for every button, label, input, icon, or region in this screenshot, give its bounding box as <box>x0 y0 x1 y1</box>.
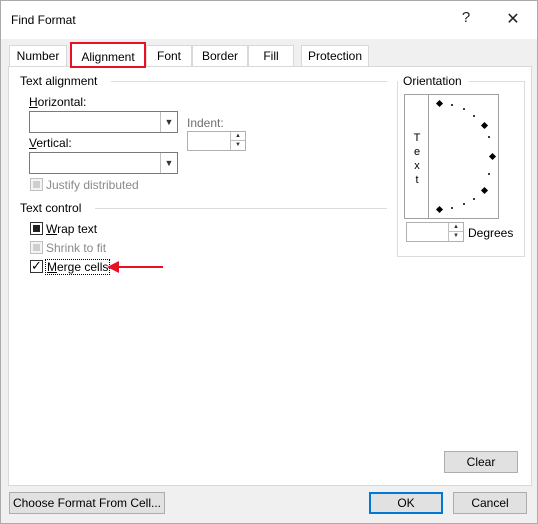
tab-protection[interactable]: Protection <box>301 45 369 67</box>
vertical-dropdown[interactable]: ▼ <box>29 152 178 174</box>
orientation-dot <box>473 198 475 200</box>
indeterminate-mark-icon <box>33 181 40 188</box>
vertical-text-char: x <box>414 160 420 172</box>
orientation-dot <box>463 203 465 205</box>
text-control-separator <box>95 208 387 209</box>
spin-down-icon[interactable]: ▼ <box>449 232 463 241</box>
vertical-text-char: e <box>413 146 421 158</box>
annotation-arrow-icon <box>107 261 163 273</box>
spin-up-icon[interactable]: ▲ <box>449 223 463 232</box>
orientation-separator <box>469 81 524 82</box>
orientation-dot <box>473 115 475 117</box>
tab-number[interactable]: Number <box>9 45 67 67</box>
orientation-dot <box>488 136 490 138</box>
orientation-left-border <box>397 81 398 256</box>
clear-button[interactable]: Clear <box>444 451 518 473</box>
vertical-text-box[interactable]: T e x t <box>405 95 429 218</box>
orientation-right-border <box>524 81 525 256</box>
orientation-marker-icon <box>435 99 444 108</box>
chevron-down-icon[interactable]: ▼ <box>160 153 177 173</box>
text-alignment-heading: Text alignment <box>20 74 98 88</box>
orientation-dot <box>451 104 453 106</box>
spin-down-icon[interactable]: ▼ <box>231 141 245 150</box>
justify-distributed-checkbox[interactable] <box>30 178 43 191</box>
merge-cells-checkbox[interactable]: ✓ <box>30 258 43 273</box>
dialog-title: Find Format <box>11 13 76 27</box>
orientation-marker-icon <box>435 205 444 214</box>
orientation-bottom-border <box>397 256 525 257</box>
vertical-label: Vertical: <box>29 136 72 150</box>
indent-label: Indent: <box>187 116 224 130</box>
degrees-spinner[interactable]: ▲ ▼ <box>406 222 464 242</box>
orientation-dot <box>488 173 490 175</box>
orientation-marker-icon <box>488 152 497 161</box>
tab-font[interactable]: Font <box>146 45 192 67</box>
shrink-to-fit-label: Shrink to fit <box>46 241 107 255</box>
chevron-down-icon[interactable]: ▼ <box>160 112 177 132</box>
text-control-heading: Text control <box>20 201 82 215</box>
orientation-dot <box>451 207 453 209</box>
wrap-text-label: Wrap text <box>46 222 98 236</box>
horizontal-dropdown[interactable]: ▼ <box>29 111 178 133</box>
vertical-text-char: T <box>413 132 421 144</box>
find-format-dialog: Find Format ? ✕ Number Alignment Font Bo… <box>0 0 538 524</box>
shrink-to-fit-checkbox[interactable] <box>30 241 43 254</box>
degrees-label: Degrees <box>468 226 514 240</box>
text-alignment-separator <box>111 81 387 82</box>
orientation-preview[interactable]: T e x t <box>404 94 499 219</box>
orientation-marker-icon <box>480 186 489 195</box>
indent-spinner[interactable]: ▲ ▼ <box>187 131 246 151</box>
help-button[interactable]: ? <box>456 9 476 26</box>
orientation-heading: Orientation <box>403 74 462 88</box>
orientation-marker-icon <box>480 121 489 130</box>
horizontal-label: Horizontal: <box>29 95 87 109</box>
tab-border[interactable]: Border <box>192 45 248 67</box>
title-bar: Find Format ? ✕ <box>1 1 537 39</box>
close-button[interactable]: ✕ <box>503 9 523 29</box>
indent-spin-buttons[interactable]: ▲ ▼ <box>230 132 245 150</box>
indeterminate-mark-icon <box>33 244 40 251</box>
vertical-text-char: t <box>415 174 419 186</box>
merge-cells-label: Merge cells <box>45 259 111 275</box>
ok-button[interactable]: OK <box>369 492 443 514</box>
spin-up-icon[interactable]: ▲ <box>231 132 245 141</box>
orientation-dot <box>463 108 465 110</box>
cancel-button[interactable]: Cancel <box>453 492 527 514</box>
choose-format-from-cell-button[interactable]: Choose Format From Cell... <box>9 492 165 514</box>
tab-alignment[interactable]: Alignment <box>70 42 146 68</box>
degrees-spin-buttons[interactable]: ▲ ▼ <box>448 223 463 241</box>
tab-fill[interactable]: Fill <box>248 45 294 67</box>
wrap-text-checkbox[interactable] <box>30 222 43 235</box>
justify-distributed-label: Justify distributed <box>46 178 139 192</box>
checkmark-icon: ✓ <box>31 258 42 273</box>
indeterminate-mark-icon <box>33 225 40 232</box>
